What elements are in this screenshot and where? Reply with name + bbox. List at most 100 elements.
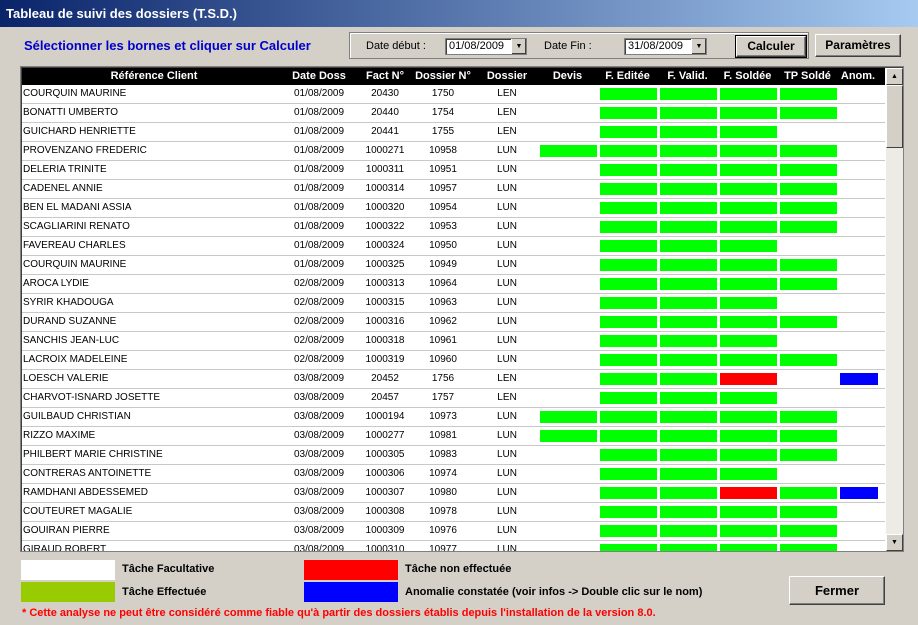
status-cell-f-soldee — [720, 107, 777, 119]
table-row[interactable]: COURQUIN MAURINE 01/08/2009 1000325 10949 LU… — [22, 256, 885, 275]
table-row[interactable]: CHARVOT-ISNARD JOSETTE 03/08/2009 20457 175… — [22, 389, 885, 408]
status-cell-tp-solde — [780, 278, 837, 290]
legend-facultative-label: Tâche Facultative — [122, 563, 215, 575]
table-row[interactable]: DURAND SUZANNE 02/08/2009 1000316 10962 LUN — [22, 313, 885, 332]
date-debut-label: Date début : — [366, 40, 426, 52]
status-cell-f-valid — [660, 506, 717, 518]
header-dossier: Dossier — [486, 70, 528, 82]
table-row[interactable]: BONATTI UMBERTO 01/08/2009 20440 1754 LEN — [22, 104, 885, 123]
chevron-down-icon[interactable]: ▼ — [511, 39, 526, 54]
table-row[interactable]: SYRIR KHADOUGA 02/08/2009 1000315 10963 LUN — [22, 294, 885, 313]
table-row[interactable]: FAVEREAU CHARLES 01/08/2009 1000324 10950 LU… — [22, 237, 885, 256]
table-row[interactable]: SCAGLIARINI RENATO 01/08/2009 1000322 10953… — [22, 218, 885, 237]
status-cell-f-valid — [660, 316, 717, 328]
status-cell-devis — [540, 164, 597, 176]
table-row[interactable]: BEN EL MADANI ASSIA 01/08/2009 1000320 1095… — [22, 199, 885, 218]
status-cell-devis — [540, 373, 597, 385]
table-row[interactable]: LOESCH VALERIE 03/08/2009 20452 1756 LEN — [22, 370, 885, 389]
scroll-thumb[interactable] — [886, 85, 903, 148]
status-cell-devis — [540, 430, 597, 442]
status-cell-f-editee — [600, 107, 657, 119]
table-row[interactable]: RIZZO MAXIME 03/08/2009 1000277 10981 LUN — [22, 427, 885, 446]
status-cell-tp-solde — [780, 468, 837, 480]
header-dossier-no: Dossier N° — [415, 70, 471, 82]
date-debut-combo[interactable]: 01/08/2009 ▼ — [445, 38, 527, 55]
parametres-button[interactable]: Paramètres — [815, 34, 901, 57]
table-row[interactable]: DELERIA TRINITE 01/08/2009 1000311 10951 LUN — [22, 161, 885, 180]
table-row[interactable]: AROCA LYDIE 02/08/2009 1000313 10964 LUN — [22, 275, 885, 294]
row-fact-no: 1000271 — [365, 145, 405, 156]
row-date-doss: 03/08/2009 — [293, 449, 345, 460]
row-fact-no: 20430 — [371, 88, 399, 99]
table-row[interactable]: COURQUIN MAURINE 01/08/2009 20430 1750 LEN — [22, 85, 885, 104]
table-row[interactable]: RAMDHANI ABDESSEMED 03/08/2009 1000307 1098… — [22, 484, 885, 503]
status-cell-tp-solde — [780, 183, 837, 195]
status-cell-f-soldee — [720, 240, 777, 252]
row-dossier-no: 10951 — [429, 164, 457, 175]
row-fact-no: 1000322 — [365, 221, 405, 232]
legend-facultative-swatch — [21, 560, 115, 580]
row-dossier-no: 10957 — [429, 183, 457, 194]
row-fact-no: 1000325 — [365, 259, 405, 270]
row-dossier-type: LEN — [497, 107, 517, 118]
table-row[interactable]: PHILBERT MARIE CHRISTINE 03/08/2009 100030… — [22, 446, 885, 465]
row-reference-client: COUTEURET MAGALIE — [23, 506, 133, 517]
status-cell-anom — [840, 487, 878, 499]
table-row[interactable]: CADENEL ANNIE 01/08/2009 1000314 10957 LUN — [22, 180, 885, 199]
row-date-doss: 01/08/2009 — [293, 107, 345, 118]
row-dossier-type: LUN — [496, 164, 517, 175]
table-row[interactable]: PROVENZANO FREDERIC 01/08/2009 1000271 1095… — [22, 142, 885, 161]
status-cell-f-soldee — [720, 449, 777, 461]
status-cell-f-soldee — [720, 354, 777, 366]
table-row[interactable]: CONTRERAS ANTOINETTE 03/08/2009 1000306 109… — [22, 465, 885, 484]
status-cell-f-soldee — [720, 525, 777, 537]
legend-anomalie-label: Anomalie constatée (voir infos -> Double… — [405, 586, 703, 598]
status-cell-devis — [540, 202, 597, 214]
status-cell-devis — [540, 525, 597, 537]
scroll-up-icon[interactable]: ▲ — [886, 68, 903, 85]
status-cell-f-soldee — [720, 468, 777, 480]
status-cell-f-soldee — [720, 430, 777, 442]
row-dossier-type: LUN — [496, 487, 517, 498]
status-cell-f-valid — [660, 240, 717, 252]
status-cell-tp-solde — [780, 430, 837, 442]
row-date-doss: 01/08/2009 — [293, 259, 345, 270]
row-fact-no: 20441 — [371, 126, 399, 137]
row-reference-client: CONTRERAS ANTOINETTE — [23, 468, 152, 479]
row-reference-client: FAVEREAU CHARLES — [23, 240, 126, 251]
status-cell-f-valid — [660, 335, 717, 347]
status-cell-devis — [540, 183, 597, 195]
row-reference-client: GUICHARD HENRIETTE — [23, 126, 136, 137]
table-row[interactable]: GOUIRAN PIERRE 03/08/2009 1000309 10976 LUN — [22, 522, 885, 541]
table-row[interactable]: GUILBAUD CHRISTIAN 03/08/2009 1000194 10973… — [22, 408, 885, 427]
status-cell-tp-solde — [780, 107, 837, 119]
scroll-down-icon[interactable]: ▼ — [886, 534, 903, 551]
status-cell-tp-solde — [780, 373, 837, 385]
row-reference-client: SANCHIS JEAN-LUC — [23, 335, 120, 346]
row-fact-no: 1000194 — [365, 411, 405, 422]
status-cell-f-valid — [660, 107, 717, 119]
table-row[interactable]: COUTEURET MAGALIE 03/08/2009 1000308 10978 L… — [22, 503, 885, 522]
status-cell-f-valid — [660, 525, 717, 537]
status-cell-f-editee — [600, 164, 657, 176]
status-cell-tp-solde — [780, 164, 837, 176]
table-row[interactable]: LACROIX MADELEINE 02/08/2009 1000319 10960 L… — [22, 351, 885, 370]
status-cell-f-valid — [660, 145, 717, 157]
status-cell-tp-solde — [780, 487, 837, 499]
row-fact-no: 1000306 — [365, 468, 405, 479]
date-fin-combo[interactable]: 31/08/2009 ▼ — [624, 38, 707, 55]
row-date-doss: 01/08/2009 — [293, 240, 345, 251]
status-cell-f-valid — [660, 449, 717, 461]
table-row[interactable]: GIRAUD ROBERT 03/08/2009 1000310 10977 LUN — [22, 541, 885, 551]
table-row[interactable]: GUICHARD HENRIETTE 01/08/2009 20441 1755 LEN — [22, 123, 885, 142]
instruction-text: Sélectionner les bornes et cliquer sur C… — [24, 38, 311, 53]
vertical-scrollbar[interactable]: ▲ ▼ — [886, 68, 903, 551]
chevron-down-icon[interactable]: ▼ — [691, 39, 706, 54]
table-row[interactable]: SANCHIS JEAN-LUC 02/08/2009 1000318 10961 LU… — [22, 332, 885, 351]
status-cell-f-editee — [600, 468, 657, 480]
fermer-button[interactable]: Fermer — [789, 576, 885, 605]
calculer-button[interactable]: Calculer — [735, 35, 807, 58]
status-cell-f-valid — [660, 487, 717, 499]
row-dossier-no: 10954 — [429, 202, 457, 213]
status-cell-devis — [540, 487, 597, 499]
